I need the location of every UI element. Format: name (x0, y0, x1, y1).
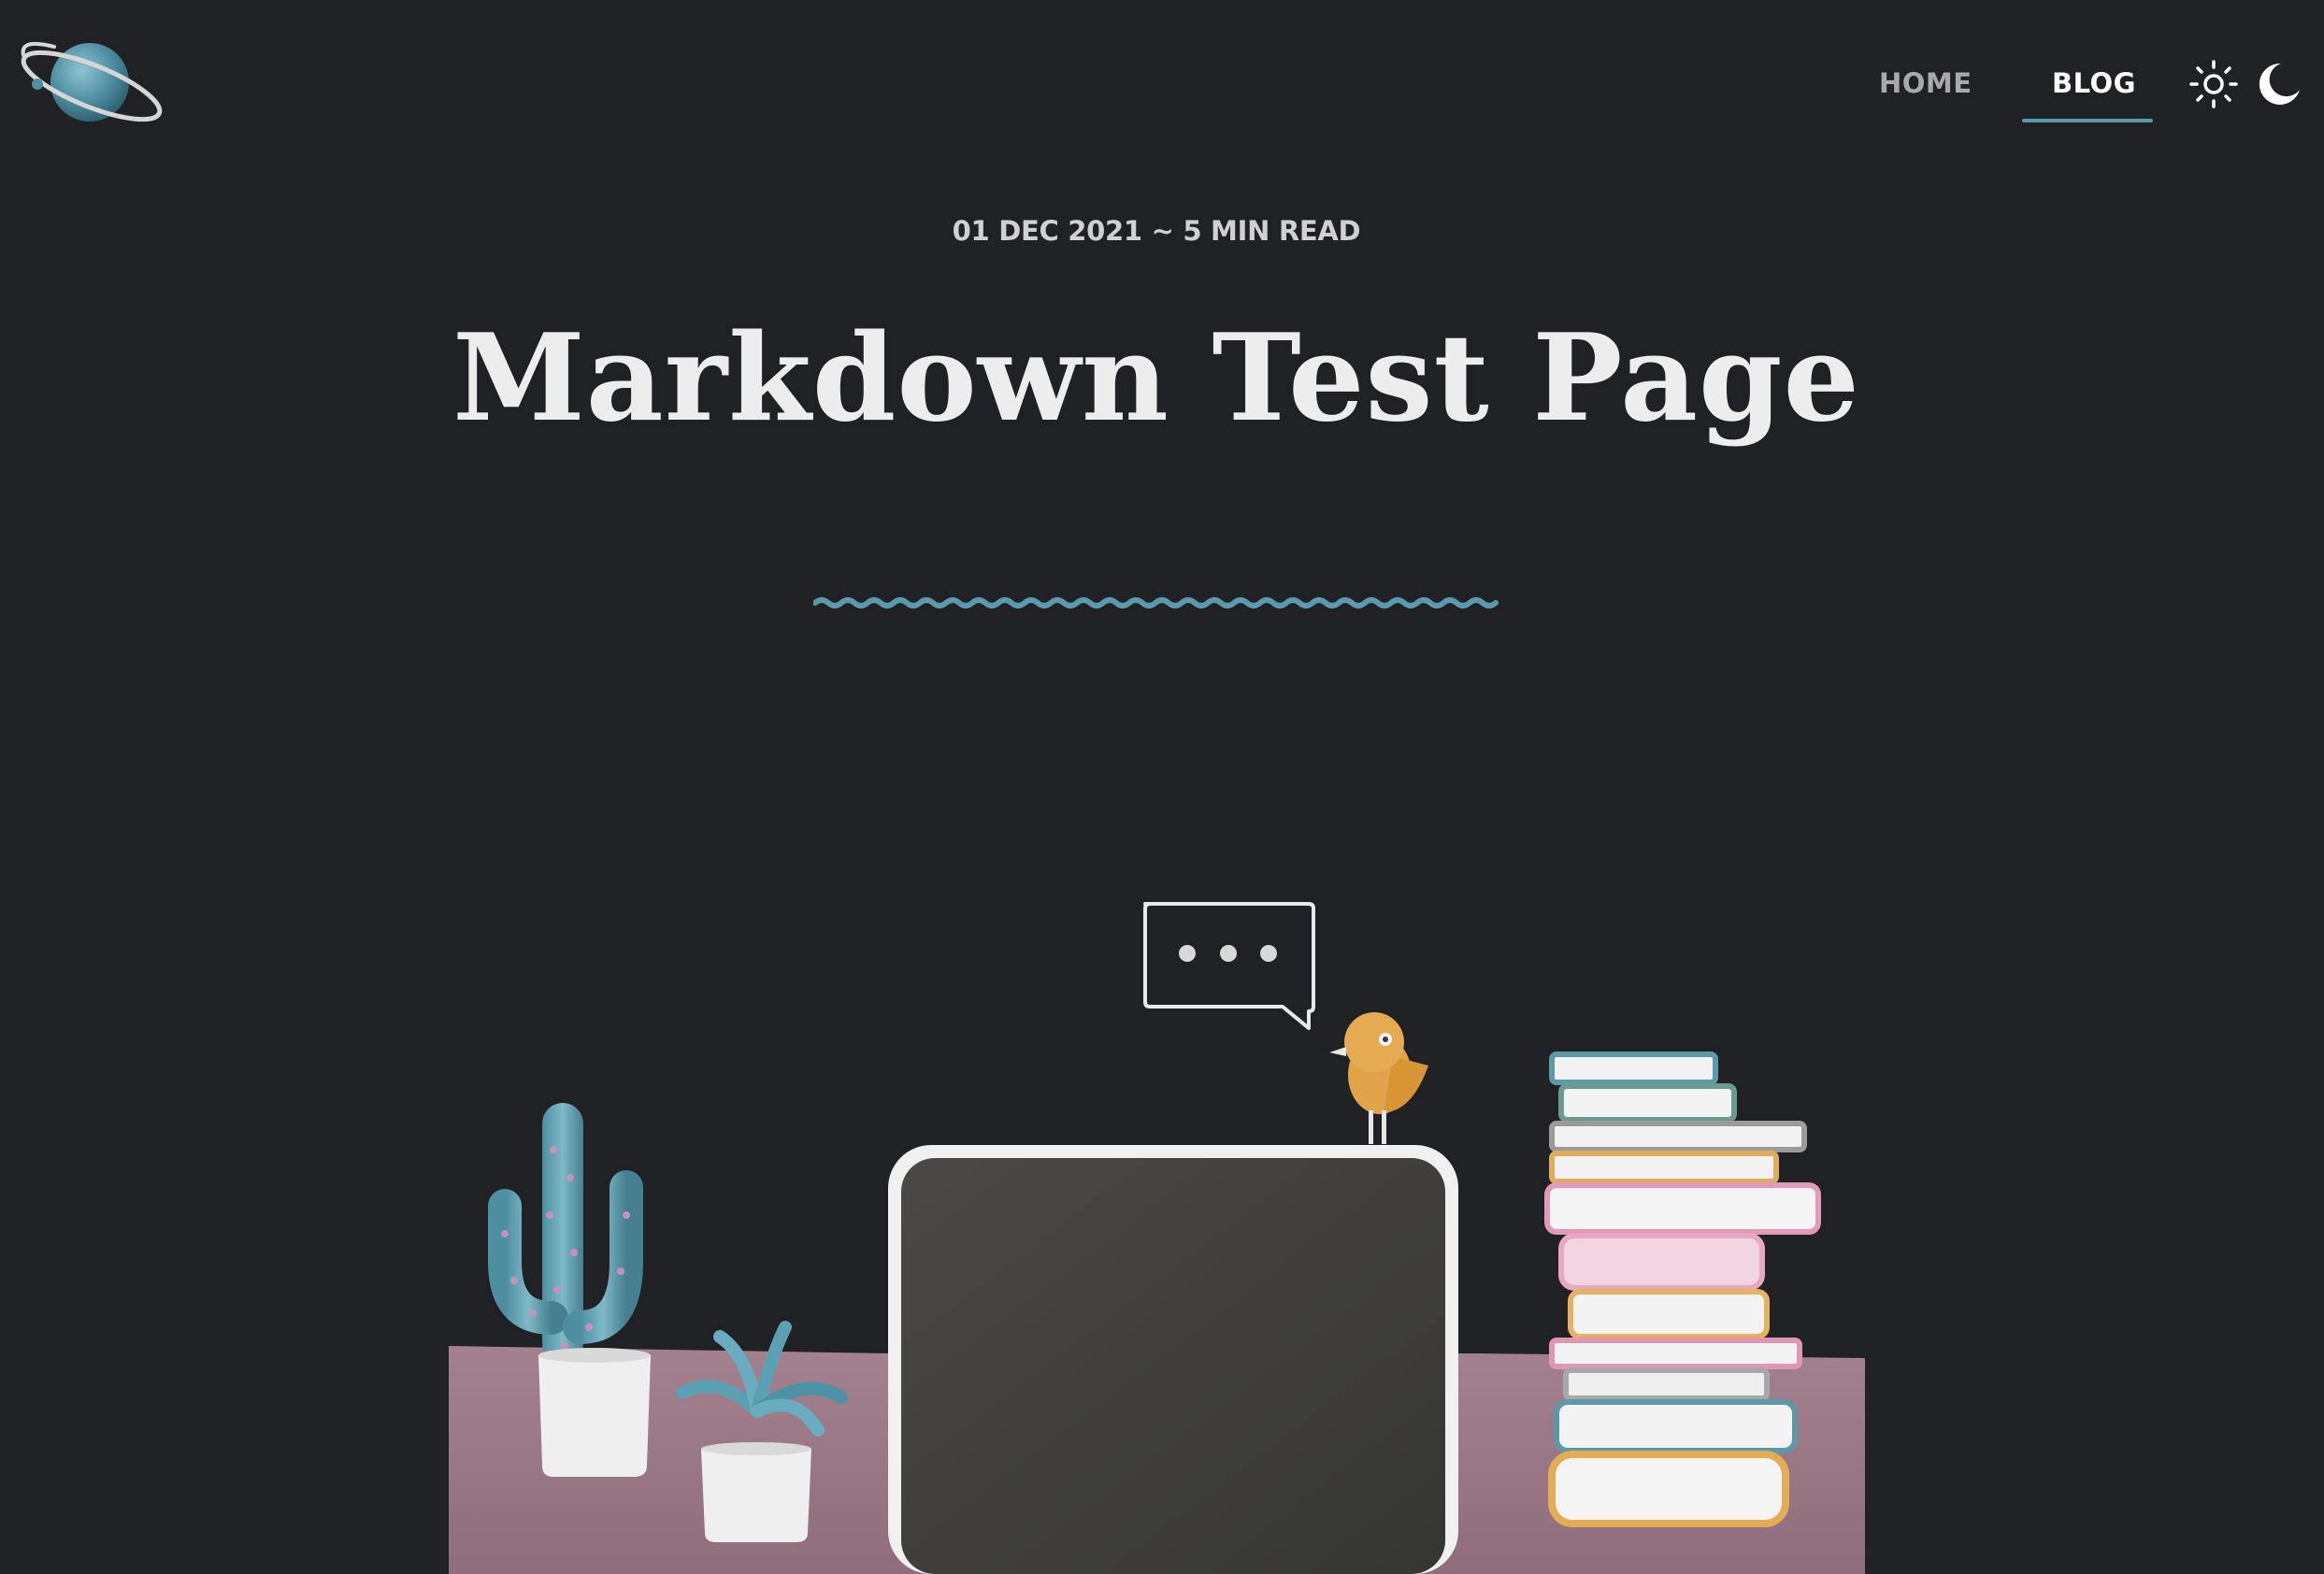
tablet-device (888, 1145, 1458, 1574)
book-stack (1544, 1052, 1821, 1527)
nav-link-home[interactable]: HOME (1879, 60, 1973, 107)
bird-figure (1329, 1012, 1428, 1144)
page-title: Markdown Test Page (452, 308, 1860, 449)
desk-scene-illustration (449, 902, 1865, 1574)
post-meta: 01 DEC 2021 ~ 5 MIN READ (952, 215, 1361, 247)
wavy-divider (813, 597, 1499, 608)
active-nav-indicator (2022, 119, 2153, 122)
top-navigation: HOME BLOG (0, 0, 2324, 140)
moon-icon[interactable] (2253, 58, 2305, 110)
speech-bubble-icon (1143, 902, 1315, 1030)
nav-link-blog[interactable]: BLOG (2036, 60, 2152, 107)
sun-icon[interactable] (2188, 58, 2240, 110)
